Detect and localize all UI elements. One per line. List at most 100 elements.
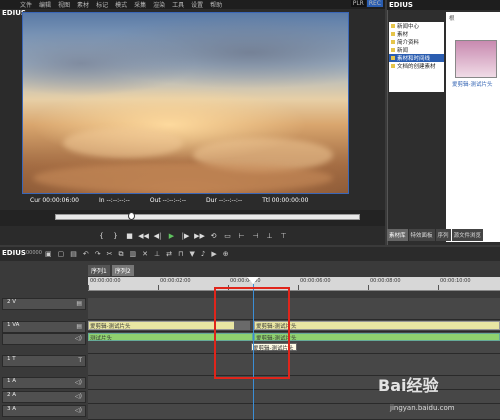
tab-bin[interactable]: 素材库 <box>387 229 408 241</box>
cloud-shape <box>33 163 333 193</box>
menu-file[interactable]: 文件 <box>20 0 32 9</box>
bin-tabs: 素材库 特效面板 序列 源文件浏览 <box>387 229 500 241</box>
bin-tree-item[interactable]: 新闻中心 <box>389 22 444 30</box>
stop-button[interactable]: ■ <box>124 231 135 242</box>
cut-icon[interactable]: ✂ <box>107 250 113 258</box>
track-header-1va[interactable]: 1 VA ▤ <box>2 321 86 333</box>
ruler-label: 00:00:02:00 <box>160 278 191 284</box>
bin-titlebar: EDIUS <box>387 0 500 10</box>
speaker-icon[interactable]: ◁) <box>75 379 82 386</box>
copy-icon[interactable]: ⧉ <box>119 250 124 259</box>
ruler-label: 00:00:06:00 <box>300 278 331 284</box>
overwrite-button[interactable]: ⊣ <box>250 231 261 242</box>
track-header-1va-audio[interactable]: ◁) <box>2 333 86 345</box>
menu-clip[interactable]: 素材 <box>77 0 89 9</box>
bin-tree-item[interactable]: 简介资料 <box>389 38 444 46</box>
new-sequence-icon[interactable]: ▣ <box>45 250 52 258</box>
folder-icon <box>391 56 395 60</box>
zoom-icon[interactable]: ⊕ <box>223 250 229 258</box>
menu-settings[interactable]: 设置 <box>191 0 203 9</box>
speaker-icon[interactable]: ◁) <box>75 407 82 414</box>
mark-out-button[interactable]: } <box>110 231 121 242</box>
video-clip-right[interactable]: 爱剪辑-测试片头 <box>254 321 500 330</box>
preview-viewer <box>22 12 349 194</box>
ruler-label: 00:00:10:00 <box>440 278 471 284</box>
dur-timecode: Dur --:--:--:-- <box>206 197 243 204</box>
playhead-marker[interactable] <box>247 277 259 284</box>
open-icon[interactable]: ▢ <box>58 250 65 258</box>
menu-render[interactable]: 渲染 <box>153 0 165 9</box>
scrub-track[interactable] <box>55 214 360 220</box>
tab-source-browser[interactable]: 源文件浏览 <box>451 229 484 241</box>
track-header-3a[interactable]: 3 A ◁) <box>2 405 86 417</box>
rewind-button[interactable]: ◀◀ <box>138 231 149 242</box>
ttl-timecode: Ttl 00:00:00:00 <box>262 197 309 204</box>
menu-marker[interactable]: 标记 <box>96 0 108 9</box>
menu-help[interactable]: 帮助 <box>210 0 222 9</box>
output-button[interactable]: ▭ <box>222 231 233 242</box>
cur-timecode: Cur 00:00:06:00 <box>30 197 79 204</box>
mark-in-button[interactable]: { <box>96 231 107 242</box>
video-track-icon[interactable]: ▤ <box>76 300 82 307</box>
track-header-1a[interactable]: 1 A ◁) <box>2 377 86 389</box>
folder-icon <box>391 32 395 36</box>
ruler-tick <box>438 285 439 290</box>
insert-button[interactable]: ⊢ <box>236 231 247 242</box>
tab-effects[interactable]: 特效面板 <box>408 229 435 241</box>
clip-thumbnail[interactable] <box>455 40 497 78</box>
lift-button[interactable]: ⊤ <box>278 231 289 242</box>
bin-tree-item[interactable]: 新闻 <box>389 46 444 54</box>
speaker-icon[interactable]: ◁) <box>75 393 82 400</box>
plr-button[interactable]: PLR <box>350 0 366 7</box>
ripple-icon[interactable]: ⇄ <box>166 250 172 258</box>
tab-sequence-1[interactable]: 序列1 <box>88 265 110 276</box>
bin-tree-item[interactable]: 素材 <box>389 30 444 38</box>
video-track-icon[interactable]: ▤ <box>76 323 82 330</box>
loop-button[interactable]: ⟲ <box>208 231 219 242</box>
track-header-2v[interactable]: 2 V ▤ <box>2 298 86 310</box>
ruler-tick <box>368 285 369 290</box>
step-back-button[interactable]: ◀| <box>152 231 163 242</box>
delete-icon[interactable]: ✕ <box>142 250 148 258</box>
track-header-2a[interactable]: 2 A ◁) <box>2 391 86 403</box>
folder-icon <box>391 40 395 44</box>
track-2v[interactable] <box>88 298 500 320</box>
ruler-tick <box>88 285 89 290</box>
tab-sequence-2[interactable]: 序列2 <box>111 265 134 276</box>
folder-icon <box>391 48 395 52</box>
track-header-1t[interactable]: 1 TT <box>2 355 86 367</box>
folder-icon <box>391 64 395 68</box>
menu-capture[interactable]: 采集 <box>134 0 146 9</box>
tab-sequence[interactable]: 序列 <box>435 229 451 241</box>
bin-tree-item-selected[interactable]: 素材和时间线 <box>389 54 444 62</box>
save-icon[interactable]: ▤ <box>70 250 77 258</box>
undo-icon[interactable]: ↶ <box>83 250 89 258</box>
scrub-handle[interactable] <box>128 212 135 220</box>
menu-mode[interactable]: 模式 <box>115 0 127 9</box>
bin-tree-item[interactable]: 文档的创建素材 <box>389 62 444 70</box>
extract-button[interactable]: ⊥ <box>264 231 275 242</box>
render-icon[interactable]: ▶ <box>211 250 216 258</box>
timeline-toolbar: ▣ ▢ ▤ ↶ ↷ ✂ ⧉ ▥ ✕ ⊥ ⇄ ⊓ ▼ ♪ ▶ ⊕ <box>0 247 500 261</box>
menu-tools[interactable]: 工具 <box>172 0 184 9</box>
menu-view[interactable]: 视图 <box>58 0 70 9</box>
sequence-tabs: 序列1 序列2 <box>88 265 134 276</box>
ruler-label: 00:00:00:00 <box>90 278 121 284</box>
redo-icon[interactable]: ↷ <box>95 250 101 258</box>
split-icon[interactable]: ⊥ <box>154 250 160 258</box>
speaker-icon[interactable]: ◁) <box>75 335 82 342</box>
step-forward-button[interactable]: |▶ <box>180 231 191 242</box>
title-track-icon[interactable]: T <box>78 357 82 364</box>
fast-forward-button[interactable]: ▶▶ <box>194 231 205 242</box>
time-ruler[interactable]: 00:00:00:00 00:00:02:00 00:00:04:00 00:0… <box>88 277 500 291</box>
paste-icon[interactable]: ▥ <box>130 250 137 258</box>
play-button[interactable]: ▶ <box>166 231 177 242</box>
ruler-label: 00:00:08:00 <box>370 278 401 284</box>
menu-edit[interactable]: 编辑 <box>39 0 51 9</box>
snap-icon[interactable]: ⊓ <box>178 250 183 258</box>
audio-icon[interactable]: ♪ <box>201 250 205 258</box>
menubar: 文件 编辑 视图 素材 标记 模式 采集 渲染 工具 设置 帮助 PLR REC <box>0 0 385 9</box>
rec-button[interactable]: REC <box>366 0 383 7</box>
audio-clip-right[interactable]: 爱剪辑-测试片头 <box>254 333 500 341</box>
marker-icon[interactable]: ▼ <box>189 250 194 258</box>
